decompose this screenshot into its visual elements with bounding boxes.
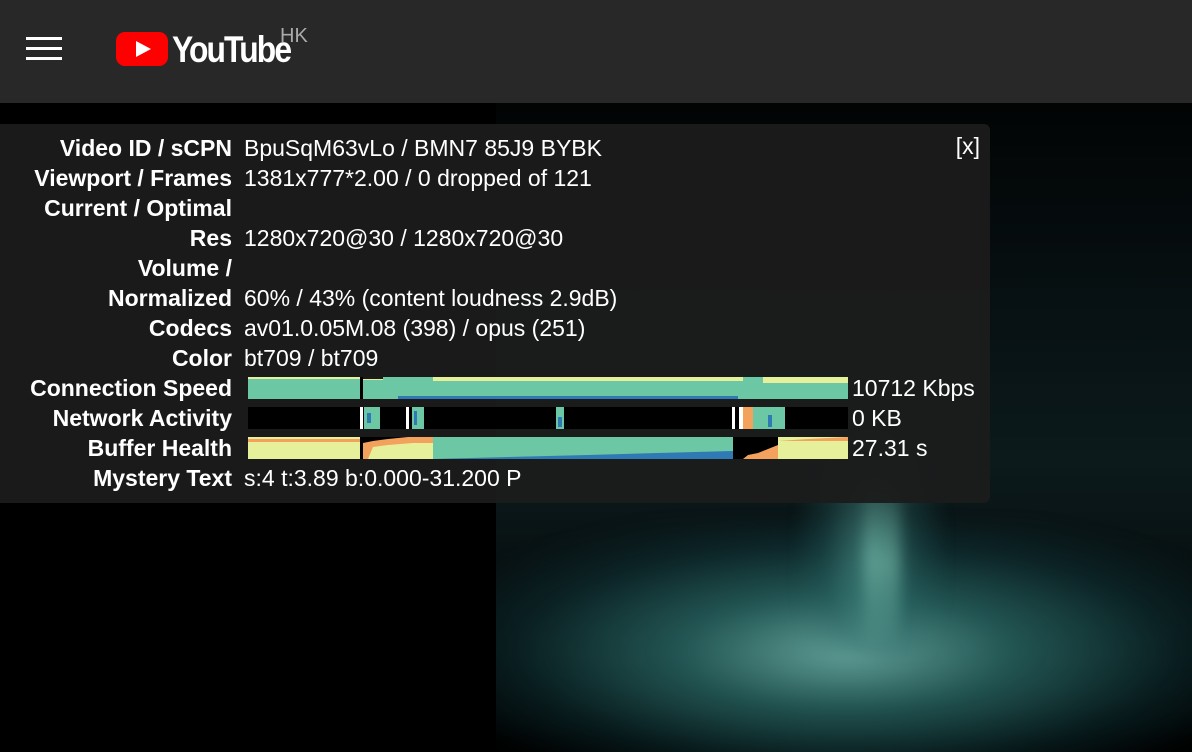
stats-label: Connection Speed [30, 375, 232, 401]
stats-label: Normalized [108, 285, 232, 311]
stats-value: av01.0.05M.08 (398) / opus (251) [244, 315, 586, 341]
stats-row-buffer-health: Buffer Health 27.31 s [0, 433, 990, 463]
network-activity-value: 0 KB [852, 405, 902, 431]
connection-speed-value: 10712 Kbps [852, 375, 975, 401]
stats-row-video-id: Video ID / sCPN BpuSqM63vLo / BMN7 85J9 … [0, 133, 990, 163]
stats-row-color: Color bt709 / bt709 [0, 343, 990, 373]
hamburger-menu-icon[interactable] [26, 36, 62, 62]
stats-label: Current / Optimal [44, 195, 232, 221]
stats-value: 1381x777*2.00 / 0 dropped of 121 [244, 165, 592, 191]
stats-row-current-optimal: Current / Optimal [0, 193, 990, 223]
top-bar: YouTube HK [0, 0, 1192, 103]
stats-for-nerds-panel: [x] Video ID / sCPN BpuSqM63vLo / BMN7 8… [0, 124, 990, 503]
stats-label: Res [189, 225, 232, 251]
stats-value: 1280x720@30 / 1280x720@30 [244, 225, 564, 251]
connection-speed-graph [248, 377, 848, 399]
stats-label: Mystery Text [93, 465, 232, 491]
youtube-play-icon [116, 32, 168, 66]
stats-label: Network Activity [52, 405, 232, 431]
stats-label: Buffer Health [87, 435, 232, 461]
stats-row-mystery-text: Mystery Text s:4 t:3.89 b:0.000-31.200 P [0, 463, 990, 493]
stats-value: 60% / 43% (content loudness 2.9dB) [244, 285, 618, 311]
stats-row-normalized: Normalized 60% / 43% (content loudness 2… [0, 283, 990, 313]
stats-row-codecs: Codecs av01.0.05M.08 (398) / opus (251) [0, 313, 990, 343]
stats-row-connection-speed: Connection Speed 10712 Kbps [0, 373, 990, 403]
stats-row-viewport: Viewport / Frames 1381x777*2.00 / 0 drop… [0, 163, 990, 193]
stats-value: BpuSqM63vLo / BMN7 85J9 BYBK [244, 135, 602, 161]
stats-row-volume: Volume / [0, 253, 990, 283]
stats-value: s:4 t:3.89 b:0.000-31.200 P [244, 465, 522, 491]
youtube-logo[interactable]: YouTube HK [116, 25, 326, 70]
stats-label: Viewport / Frames [34, 165, 232, 191]
stats-label: Video ID / sCPN [59, 135, 232, 161]
stats-row-network-activity: Network Activity 0 KB [0, 403, 990, 433]
stats-label: Codecs [148, 315, 232, 341]
buffer-health-value: 27.31 s [852, 435, 928, 461]
stats-value: bt709 / bt709 [244, 345, 379, 371]
stats-label: Volume / [137, 255, 232, 281]
buffer-health-graph [248, 437, 848, 459]
stats-label: Color [171, 345, 232, 371]
logo-wordmark: YouTube [172, 29, 292, 70]
stats-row-res: Res 1280x720@30 / 1280x720@30 [0, 223, 990, 253]
region-label: HK [280, 25, 308, 47]
network-activity-graph [248, 407, 848, 429]
